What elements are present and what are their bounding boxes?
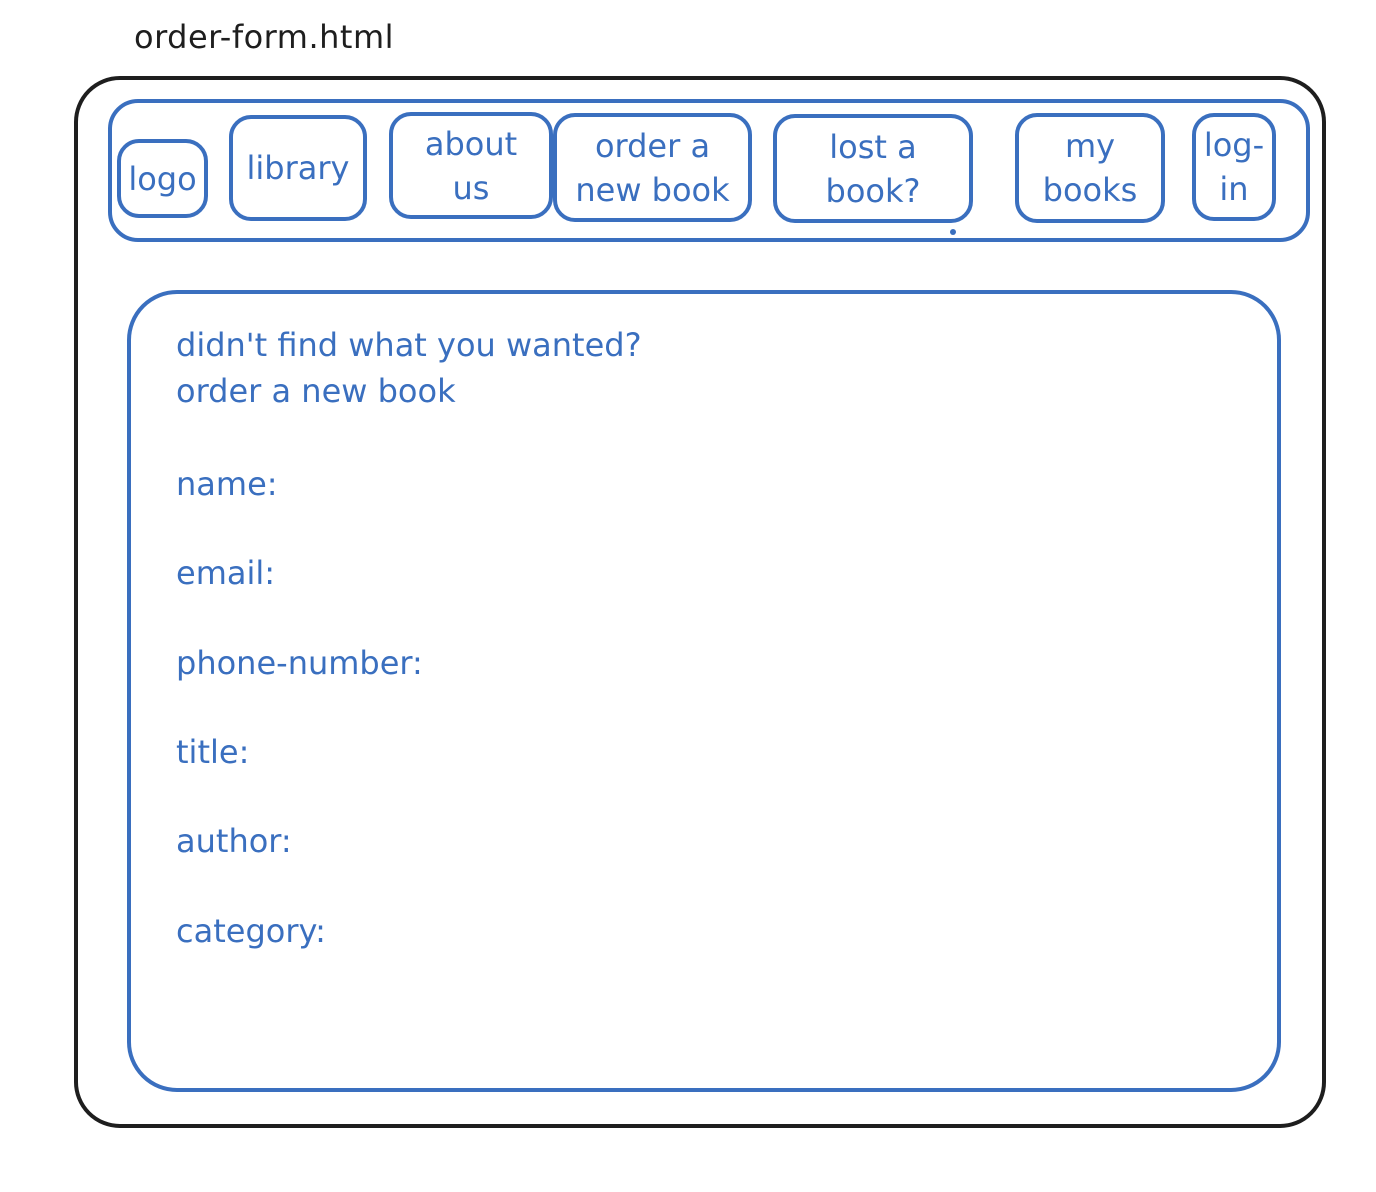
nav-lost-book-line2: book? <box>825 171 921 210</box>
nav-logo[interactable]: logo <box>117 139 208 218</box>
nav-library[interactable]: library <box>229 115 367 221</box>
nav-library-label: library <box>246 149 350 187</box>
nav-lost-book[interactable]: lost a book? <box>773 114 973 223</box>
email-field-label: email: <box>176 554 276 592</box>
nav-about-us-line1: about <box>424 124 518 163</box>
name-field-label: name: <box>176 465 278 503</box>
file-name-label: order-form.html <box>134 18 394 56</box>
nav-my-books-line2: books <box>1042 171 1138 209</box>
nav-order-new-book-line1: order a <box>594 126 711 165</box>
phone-number-field-label: phone-number: <box>176 644 423 682</box>
form-heading-line2: order a new book <box>176 372 456 410</box>
nav-login[interactable]: log- in <box>1192 113 1276 221</box>
nav-my-books[interactable]: my books <box>1015 113 1165 223</box>
form-heading: didn't find what you wanted? order a new… <box>176 322 642 414</box>
nav-about-us[interactable]: about us <box>389 112 553 219</box>
title-field-label: title: <box>176 733 250 771</box>
nav-order-new-book[interactable]: order a new book <box>553 113 752 222</box>
nav-about-us-line2: us <box>452 168 490 207</box>
nav-order-new-book-line2: new book <box>575 170 730 209</box>
nav-login-line1: log- <box>1203 126 1265 164</box>
form-heading-line1: didn't find what you wanted? <box>176 326 642 364</box>
nav-login-line2: in <box>1219 170 1249 208</box>
author-field-label: author: <box>176 822 292 860</box>
nav-lost-book-line1: lost a <box>829 127 917 166</box>
nav-my-books-line1: my <box>1064 127 1116 165</box>
category-field-label: category: <box>176 912 326 950</box>
sketch-dot <box>950 229 956 235</box>
nav-logo-label: logo <box>128 159 197 198</box>
